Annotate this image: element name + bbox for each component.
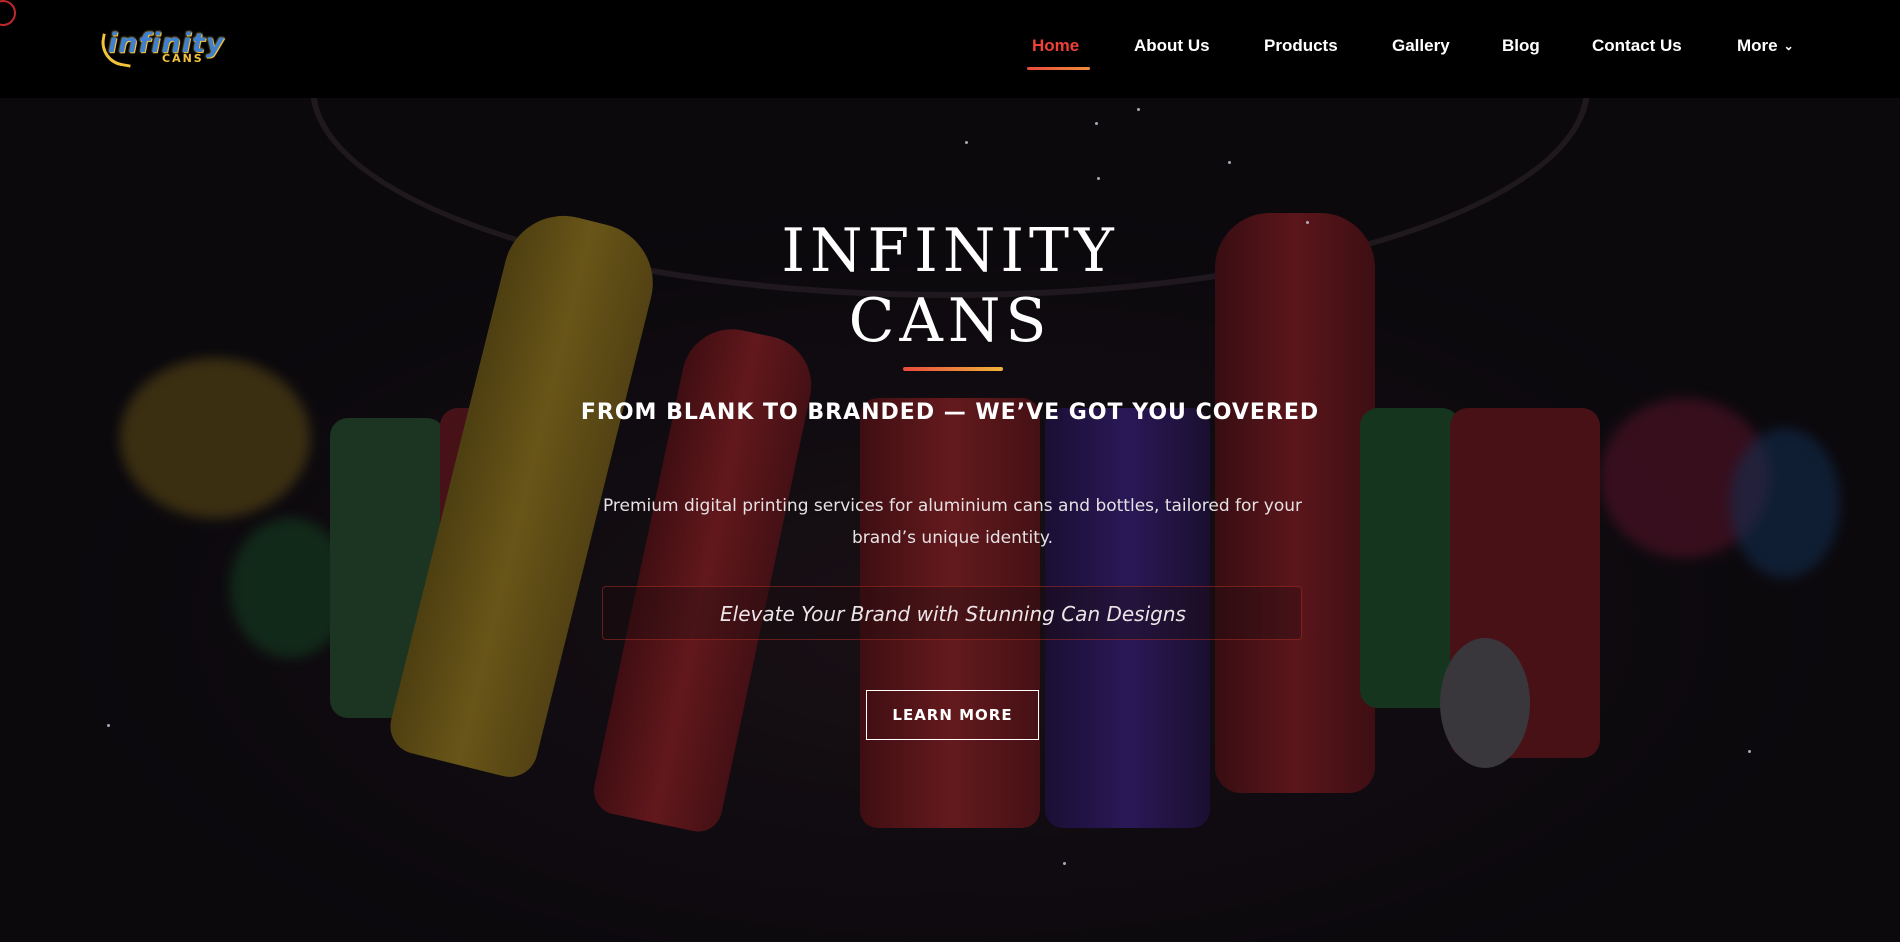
logo-subtext: CANS xyxy=(162,52,204,65)
nav-gallery[interactable]: Gallery xyxy=(1392,36,1450,56)
nav-active-underline xyxy=(1027,67,1090,70)
site-logo[interactable]: infinity CANS xyxy=(97,26,240,70)
site-header: infinity CANS Home About Us Products Gal… xyxy=(0,0,1900,98)
nav-about-us[interactable]: About Us xyxy=(1134,36,1210,56)
promo-box: Elevate Your Brand with Stunning Can Des… xyxy=(602,586,1302,640)
sparkle-icon xyxy=(965,141,968,144)
title-divider xyxy=(903,367,1003,371)
corner-indicator-icon xyxy=(0,0,16,26)
promo-text: Elevate Your Brand with Stunning Can Des… xyxy=(720,602,1186,626)
sparkle-icon xyxy=(1748,750,1751,753)
sparkle-icon xyxy=(1095,122,1098,125)
sparkle-icon xyxy=(107,724,110,727)
nav-more-label: More xyxy=(1737,36,1778,55)
nav-more[interactable]: More ⌄ xyxy=(1737,36,1794,56)
sparkle-icon xyxy=(1097,177,1100,180)
hero-tagline: FROM BLANK TO BRANDED — WE’VE GOT YOU CO… xyxy=(580,400,1320,425)
learn-more-button[interactable]: LEARN MORE xyxy=(866,690,1039,740)
hero-title-line2: CANS xyxy=(848,286,1052,356)
chevron-down-icon: ⌄ xyxy=(1783,39,1794,53)
nav-products[interactable]: Products xyxy=(1264,36,1338,56)
nav-contact-us[interactable]: Contact Us xyxy=(1592,36,1682,56)
hero-title-line1: INFINITY xyxy=(781,216,1119,286)
nav-blog[interactable]: Blog xyxy=(1502,36,1540,56)
nav-home[interactable]: Home xyxy=(1032,36,1079,56)
sparkle-icon xyxy=(1228,161,1231,164)
sparkle-icon xyxy=(1063,862,1066,865)
sparkle-icon xyxy=(1137,108,1140,111)
hero-description: Premium digital printing services for al… xyxy=(602,496,1303,548)
